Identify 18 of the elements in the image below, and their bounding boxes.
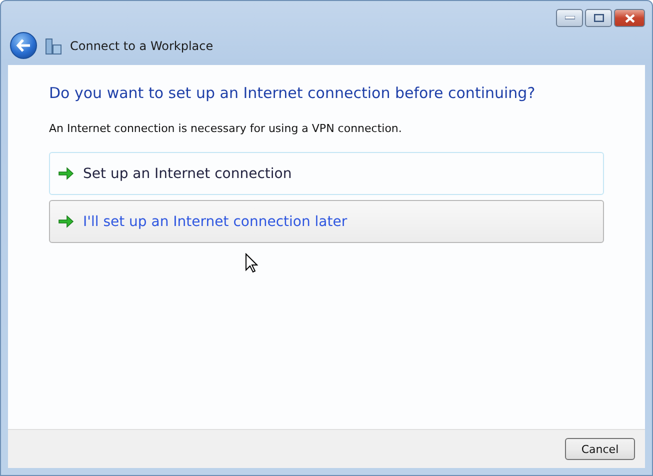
maximize-button[interactable] <box>585 9 612 27</box>
page-heading: Do you want to set up an Internet connection before continuing? <box>49 84 536 102</box>
back-button[interactable] <box>10 32 37 59</box>
description-text: An Internet connection is necessary for using a VPN connection. <box>49 122 403 135</box>
minimize-button[interactable] <box>556 9 583 27</box>
minimize-icon <box>564 16 574 20</box>
back-arrow-icon <box>16 39 31 52</box>
arrow-icon <box>58 215 74 228</box>
maximize-icon <box>594 14 604 22</box>
option-link[interactable]: Set up an Internet connection <box>49 152 604 195</box>
window-title: Connect to a Workplace <box>70 38 214 52</box>
option-link[interactable]: I'll set up an Internet connection later <box>49 200 604 243</box>
close-button[interactable] <box>614 9 645 27</box>
arrow-icon <box>58 167 74 180</box>
close-icon <box>624 14 634 22</box>
mouse-pointer-icon <box>245 253 258 273</box>
buildings-icon <box>45 36 62 54</box>
cancel-button[interactable]: Cancel <box>565 438 635 460</box>
